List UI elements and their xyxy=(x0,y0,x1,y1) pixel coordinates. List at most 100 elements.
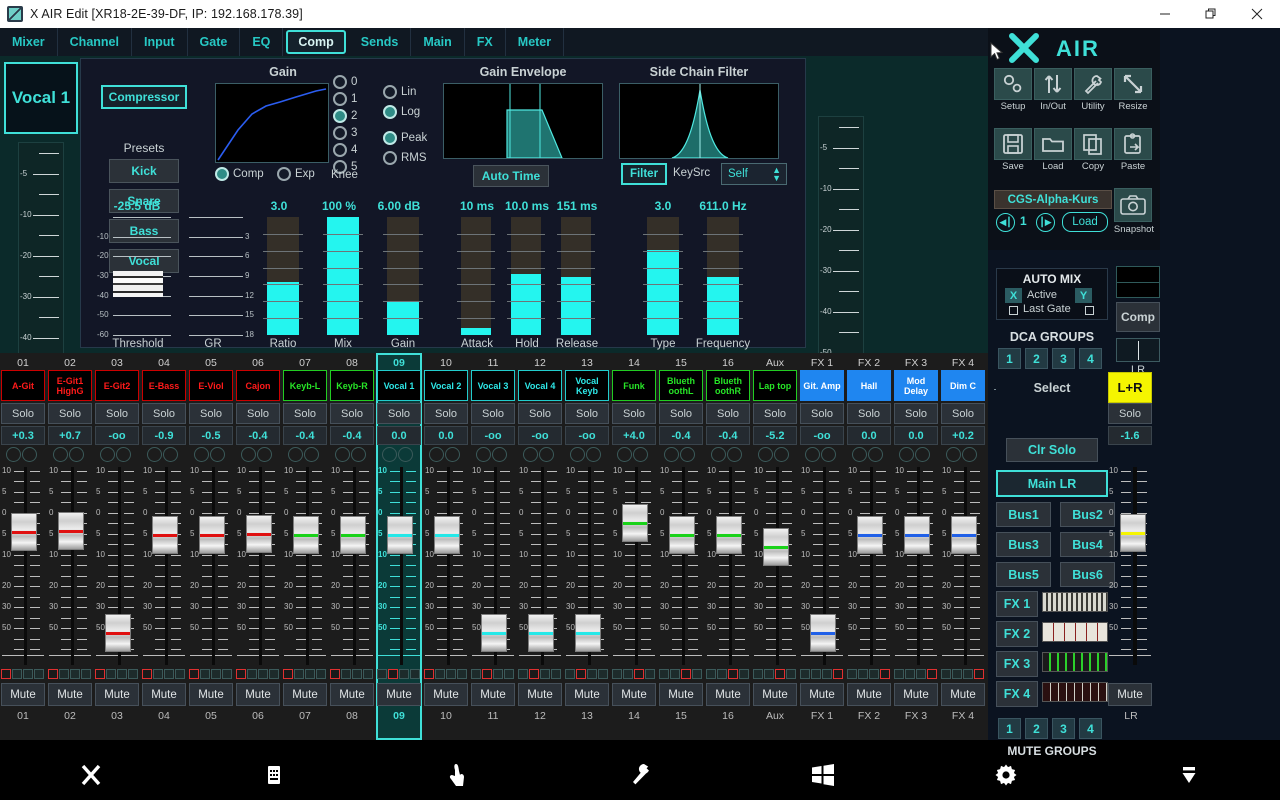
mute-group-indicator-2[interactable] xyxy=(12,669,22,679)
fader-knob[interactable] xyxy=(152,516,178,554)
mute-group-indicator-3[interactable] xyxy=(305,669,315,679)
pan-knob-left[interactable] xyxy=(429,447,444,462)
knee-radio-4[interactable] xyxy=(333,143,347,157)
channel-strip-fx3[interactable]: FX 3 Mod Delay Solo 0.0 10 5 0 5 10 20 30 50 Mute FX … xyxy=(893,353,939,740)
channel-strip-13[interactable]: 13 Vocal Keyb Solo -oo 10 5 0 5 10 20 30 50 Mute 13 xyxy=(564,353,610,740)
mute-group-indicator-4[interactable] xyxy=(833,669,843,679)
bus-button-bus5[interactable]: Bus5 xyxy=(996,562,1051,587)
channel-name[interactable]: Cajon xyxy=(236,370,280,401)
mute-group-indicator-3[interactable] xyxy=(634,669,644,679)
mute-group-indicator-2[interactable] xyxy=(623,669,633,679)
mute-group-indicator-4[interactable] xyxy=(739,669,749,679)
pan-knob-left[interactable] xyxy=(147,447,162,462)
channel-mute-button[interactable]: Mute xyxy=(48,683,92,706)
fader-knob[interactable] xyxy=(340,516,366,554)
mute-group-indicator-2[interactable] xyxy=(388,669,398,679)
channel-mute-button[interactable]: Mute xyxy=(1,683,45,706)
channel-name[interactable]: Keyb-L xyxy=(283,370,327,401)
mute-group-indicator-1[interactable] xyxy=(236,669,246,679)
mute-group-indicator-4[interactable] xyxy=(504,669,514,679)
fader-knob[interactable] xyxy=(716,516,742,554)
pan-knob-left[interactable] xyxy=(758,447,773,462)
channel-strip-fx2[interactable]: FX 2 Hall Solo 0.0 10 5 0 5 10 20 30 50 Mute FX 2 xyxy=(846,353,892,740)
master-comp-button[interactable]: Comp xyxy=(1116,302,1160,332)
pan-knob-left[interactable] xyxy=(664,447,679,462)
mute-group-indicator-3[interactable] xyxy=(963,669,973,679)
gain-curve-graph[interactable] xyxy=(215,83,329,163)
mute-group-indicator-1[interactable] xyxy=(612,669,622,679)
pan-knob-left[interactable] xyxy=(288,447,303,462)
channel-name[interactable]: Funk xyxy=(612,370,656,401)
mute-group-indicator-4[interactable] xyxy=(128,669,138,679)
channel-solo-button[interactable]: Solo xyxy=(189,403,233,424)
channel-solo-button[interactable]: Solo xyxy=(95,403,139,424)
mute-group-indicator-4[interactable] xyxy=(363,669,373,679)
channel-name[interactable]: Keyb-R xyxy=(330,370,374,401)
channel-fader[interactable]: 10 5 0 5 10 20 30 50 xyxy=(470,465,516,667)
channel-solo-button[interactable]: Solo xyxy=(706,403,750,424)
automix-x-button[interactable]: X xyxy=(1005,288,1022,303)
channel-solo-button[interactable]: Solo xyxy=(424,403,468,424)
pan-knob-right[interactable] xyxy=(915,447,930,462)
channel-solo-button[interactable]: Solo xyxy=(518,403,562,424)
mute-group-indicator-1[interactable] xyxy=(565,669,575,679)
fader-knob[interactable] xyxy=(857,516,883,554)
mute-group-indicator-3[interactable] xyxy=(352,669,362,679)
pan-knob-left[interactable] xyxy=(476,447,491,462)
mute-group-indicator-2[interactable] xyxy=(764,669,774,679)
mute-group-indicator-2[interactable] xyxy=(341,669,351,679)
pan-knob-right[interactable] xyxy=(962,447,977,462)
taskbar-settings-button[interactable] xyxy=(914,763,1097,792)
pan-knob-right[interactable] xyxy=(727,447,742,462)
dca-button-3[interactable]: 3 xyxy=(1052,348,1075,369)
channel-mute-button[interactable]: Mute xyxy=(894,683,938,706)
mute-group-indicator-4[interactable] xyxy=(598,669,608,679)
fx-button-fx2[interactable]: FX 2 xyxy=(996,621,1038,647)
mute-group-indicator-1[interactable] xyxy=(659,669,669,679)
fader-knob[interactable] xyxy=(481,613,507,652)
restore-icon[interactable] xyxy=(1188,0,1234,28)
mute-group-indicator-1[interactable] xyxy=(471,669,481,679)
channel-fader[interactable]: 10 5 0 5 10 20 30 50 xyxy=(517,465,563,667)
mute-group-indicator-2[interactable] xyxy=(482,669,492,679)
channel-strip-fx4[interactable]: FX 4 Dim C Solo +0.2 10 5 0 5 10 20 30 50 Mute FX 4 xyxy=(940,353,986,740)
mute-group-indicator-2[interactable] xyxy=(905,669,915,679)
channel-solo-button[interactable]: Solo xyxy=(894,403,938,424)
compressor-module-button[interactable]: Compressor xyxy=(101,85,187,109)
mute-group-indicator-4[interactable] xyxy=(645,669,655,679)
mute-group-indicator-2[interactable] xyxy=(858,669,868,679)
channel-mute-button[interactable]: Mute xyxy=(377,683,421,706)
param-slider-mix[interactable] xyxy=(323,217,363,335)
channel-strip-05[interactable]: 05 E-Viol Solo -0.5 10 5 0 5 10 20 30 50 Mute 05 xyxy=(188,353,234,740)
param-slider-release[interactable] xyxy=(557,217,595,335)
mute-group-indicator-4[interactable] xyxy=(786,669,796,679)
pan-knob-right[interactable] xyxy=(539,447,554,462)
mute-group-indicator-2[interactable] xyxy=(435,669,445,679)
snapshot-load-button[interactable]: Load xyxy=(1062,212,1108,232)
fader-knob[interactable] xyxy=(246,514,272,553)
pan-knob-right[interactable] xyxy=(586,447,601,462)
mg-button-1[interactable]: 1 xyxy=(998,718,1021,739)
channel-solo-button[interactable]: Solo xyxy=(330,403,374,424)
keysrc-select[interactable]: Self ▲ ▼ xyxy=(721,163,787,185)
minimize-icon[interactable] xyxy=(1142,0,1188,28)
menu-item-meter[interactable]: Meter xyxy=(506,28,565,56)
channel-solo-button[interactable]: Solo xyxy=(283,403,327,424)
folder-icon[interactable] xyxy=(1034,128,1072,160)
mute-group-indicator-3[interactable] xyxy=(540,669,550,679)
automix-lastgate-checkbox-right[interactable] xyxy=(1085,306,1094,315)
dca-button-1[interactable]: 1 xyxy=(998,348,1021,369)
channel-name[interactable]: Blueth oothL xyxy=(659,370,703,401)
bus-button-main-lr[interactable]: Main LR xyxy=(996,470,1108,497)
channel-strip-14[interactable]: 14 Funk Solo +4.0 10 5 0 5 10 20 30 50 Mute 14 xyxy=(611,353,657,740)
channel-strip-02[interactable]: 02 E-Git1 HighG Solo +0.7 10 5 0 5 10 20 30 50 Mute 0… xyxy=(47,353,93,740)
fader-knob[interactable] xyxy=(528,613,554,652)
paste-icon[interactable] xyxy=(1114,128,1152,160)
channel-strip-04[interactable]: 04 E-Bass Solo -0.9 10 5 0 5 10 20 30 50 Mute 04 xyxy=(141,353,187,740)
pan-knob-left[interactable] xyxy=(852,447,867,462)
taskbar-close-button[interactable] xyxy=(0,762,183,793)
lr-plus-button[interactable]: L+R xyxy=(1108,372,1152,403)
pan-knob-right[interactable] xyxy=(304,447,319,462)
gain-envelope-graph[interactable] xyxy=(443,83,603,159)
channel-mute-button[interactable]: Mute xyxy=(847,683,891,706)
